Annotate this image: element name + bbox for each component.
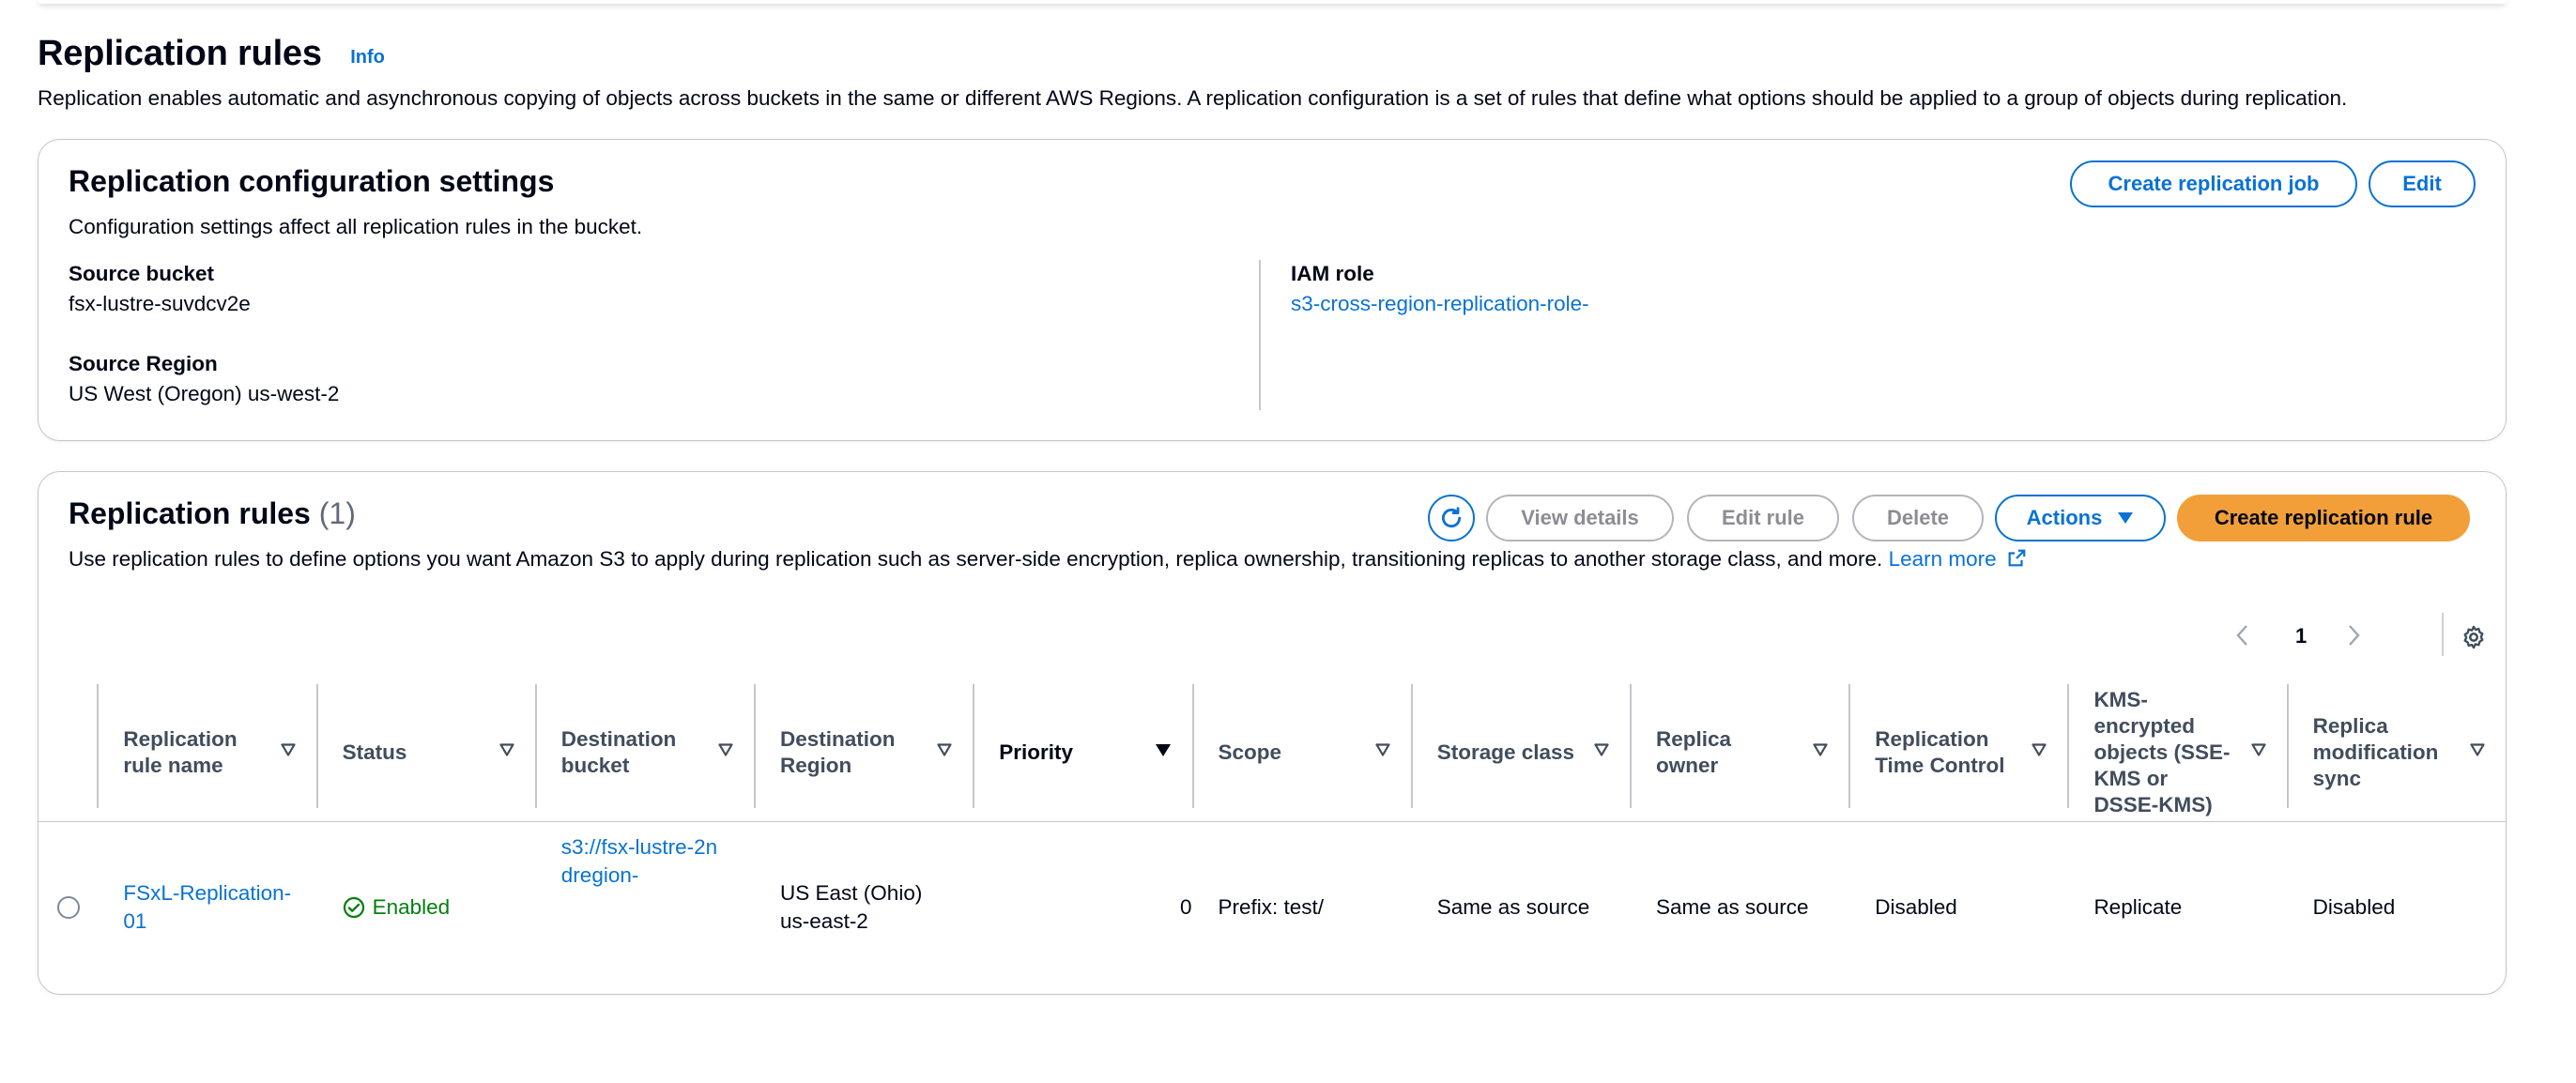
sort-icon — [718, 743, 733, 756]
cell-replica-owner: Same as source — [1655, 895, 1809, 920]
cell-replica-modification-sync: Disabled — [2312, 895, 2396, 920]
actions-label: Actions — [2026, 506, 2103, 529]
column-divider — [1259, 260, 1261, 410]
info-link[interactable]: Info — [350, 47, 385, 69]
previous-page-icon[interactable] — [2235, 624, 2250, 647]
cell-replication-time-control: Disabled — [1875, 895, 1957, 920]
next-page-icon[interactable] — [2346, 624, 2361, 647]
cell-rule-name: FSxL-Replication-01 — [97, 821, 315, 994]
cell-destination-region: US East (Ohio) us-east-2 — [780, 881, 923, 934]
column-header-priority[interactable]: Priority — [973, 684, 1192, 822]
column-header-storage-class[interactable]: Storage class — [1410, 684, 1630, 822]
actions-dropdown-button[interactable]: Actions — [1995, 495, 2166, 542]
iam-role-label: IAM role — [1291, 262, 1374, 285]
replication-rules-table: Replication rule name Status Destination… — [38, 684, 2506, 994]
config-title: Replication configuration settings — [69, 164, 555, 198]
column-header-scope[interactable]: Scope — [1191, 684, 1411, 822]
sort-icon — [1594, 743, 1609, 756]
source-region-label: Source Region — [69, 352, 218, 375]
create-replication-job-button[interactable]: Create replication job — [2070, 160, 2357, 207]
page-description: Replication enables automatic and asynch… — [38, 86, 2348, 110]
edit-config-button[interactable]: Edit — [2369, 160, 2476, 207]
sort-icon — [2470, 743, 2485, 756]
status-indicator: Enabled — [343, 893, 535, 922]
cell-kms-encrypted: Replicate — [2093, 895, 2183, 920]
rules-title: Replication rules (1) — [69, 496, 356, 531]
sort-icon — [499, 743, 514, 756]
cell-priority: 0 — [1179, 895, 1192, 920]
rules-description: Use replication rules to define options … — [69, 547, 2027, 572]
check-circle-icon — [343, 897, 364, 919]
page-header: Replication rules Info — [38, 34, 385, 74]
rule-name-link[interactable]: FSxL-Replication-01 — [123, 879, 301, 936]
cell-destination-bucket: s3://fsx-lustre-2ndregion- — [535, 821, 754, 994]
source-bucket-label: Source bucket — [69, 262, 215, 285]
gear-icon[interactable] — [2461, 624, 2487, 650]
source-bucket-value: fsx-lustre-suvdcv2e — [69, 292, 251, 315]
replication-rules-card: Replication rules (1) View details Edit … — [38, 471, 2507, 995]
source-region-value: US West (Oregon) us-west-2 — [69, 382, 340, 405]
refresh-button[interactable] — [1428, 495, 1475, 542]
previous-panel-edge — [38, 0, 2507, 4]
iam-role-link[interactable]: s3-cross-region-replication-role- — [1291, 292, 1589, 316]
column-header-replica-owner[interactable]: Replica owner — [1629, 684, 1849, 822]
select-column-header — [38, 684, 98, 822]
row-select-cell[interactable] — [38, 821, 97, 994]
column-header-destination-region[interactable]: Destination Region — [754, 684, 974, 822]
delete-button[interactable]: Delete — [1852, 495, 1984, 542]
external-link-icon — [2008, 549, 2026, 567]
rules-description-text: Use replication rules to define options … — [69, 547, 1883, 571]
sort-icon — [1813, 743, 1828, 756]
cell-scope: Prefix: test/ — [1218, 895, 1325, 920]
destination-bucket-link[interactable]: s3://fsx-lustre-2ndregion- — [561, 833, 721, 890]
view-details-button[interactable]: View details — [1486, 495, 1674, 542]
create-replication-rule-button[interactable]: Create replication rule — [2177, 495, 2470, 542]
column-header-destination-bucket[interactable]: Destination bucket — [534, 684, 755, 822]
column-header-status[interactable]: Status — [315, 684, 535, 822]
column-header-kms-encrypted[interactable]: KMS-encrypted objects (SSE-KMS or DSSE-K… — [2067, 684, 2287, 822]
learn-more-text: Learn more — [1888, 547, 1997, 571]
edit-rule-button[interactable]: Edit rule — [1687, 495, 1839, 542]
table-header-row: Replication rule name Status Destination… — [38, 684, 2506, 822]
sort-icon — [280, 743, 296, 756]
replication-config-card: Replication configuration settings Confi… — [38, 139, 2507, 441]
rules-count: (1) — [318, 496, 356, 530]
row-radio-button[interactable] — [57, 896, 80, 920]
current-page[interactable]: 1 — [2295, 624, 2307, 648]
table-row[interactable]: FSxL-Replication-01 Enabled s3://fsx-lus… — [38, 821, 2506, 994]
sort-descending-icon — [1155, 744, 1171, 756]
column-header-replication-time-control[interactable]: Replication Time Control — [1848, 684, 2068, 822]
sort-icon — [2032, 743, 2047, 756]
cell-storage-class: Same as source — [1436, 895, 1590, 920]
page-title: Replication rules — [38, 34, 322, 73]
sort-icon — [2251, 743, 2266, 756]
rules-title-text: Replication rules — [69, 496, 311, 530]
column-header-replica-modification-sync[interactable]: Replica modification sync — [2286, 684, 2506, 822]
cell-status: Enabled — [316, 821, 535, 994]
caret-down-icon — [2118, 512, 2134, 524]
pager-divider — [2442, 613, 2444, 656]
config-description: Configuration settings affect all replic… — [69, 215, 643, 238]
learn-more-link[interactable]: Learn more — [1889, 547, 2027, 571]
sort-icon — [1375, 743, 1390, 756]
status-text: Enabled — [372, 895, 451, 920]
refresh-icon — [1442, 507, 1462, 528]
column-header-rule-name[interactable]: Replication rule name — [97, 684, 316, 822]
sort-icon — [937, 743, 952, 756]
